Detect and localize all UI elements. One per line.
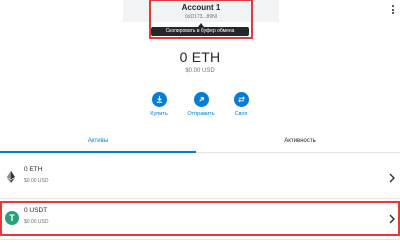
asset-usd-eth: $0.00 USD [24,178,49,184]
arrow-up-right-icon [193,92,209,107]
swap-button[interactable]: Своп [221,92,261,117]
buy-button[interactable]: Купить [139,92,179,117]
balance-usd: $0.00 USD [185,68,215,74]
balance-amount: 0 ETH [179,49,221,65]
swap-label: Своп [234,111,248,117]
kebab-menu-icon[interactable] [391,5,395,17]
balance-block: 0 ETH $0.00 USD [0,49,400,74]
send-label: Отправить [187,111,215,117]
send-button[interactable]: Отправить [181,92,221,117]
buy-label: Купить [150,111,168,117]
top-bar: Account 1 0xD173...89Nl Скопировать в бу… [0,0,400,40]
chevron-right-icon [388,171,396,183]
download-icon [151,92,167,107]
tabs: Активы Активность [0,133,400,153]
copy-tooltip: Скопировать в буфер обмена [151,27,249,36]
tab-assets[interactable]: Активы [0,133,196,153]
ethereum-icon [4,170,18,184]
usdt-highlight-outline [0,201,400,236]
tab-activity[interactable]: Активность [200,133,400,153]
swap-icon [233,92,249,107]
asset-amount-eth: 0 ETH [24,166,43,173]
asset-row-eth[interactable]: 0 ETH $0.00 USD [0,161,400,199]
action-buttons: Купить Отправить Своп [0,92,400,122]
